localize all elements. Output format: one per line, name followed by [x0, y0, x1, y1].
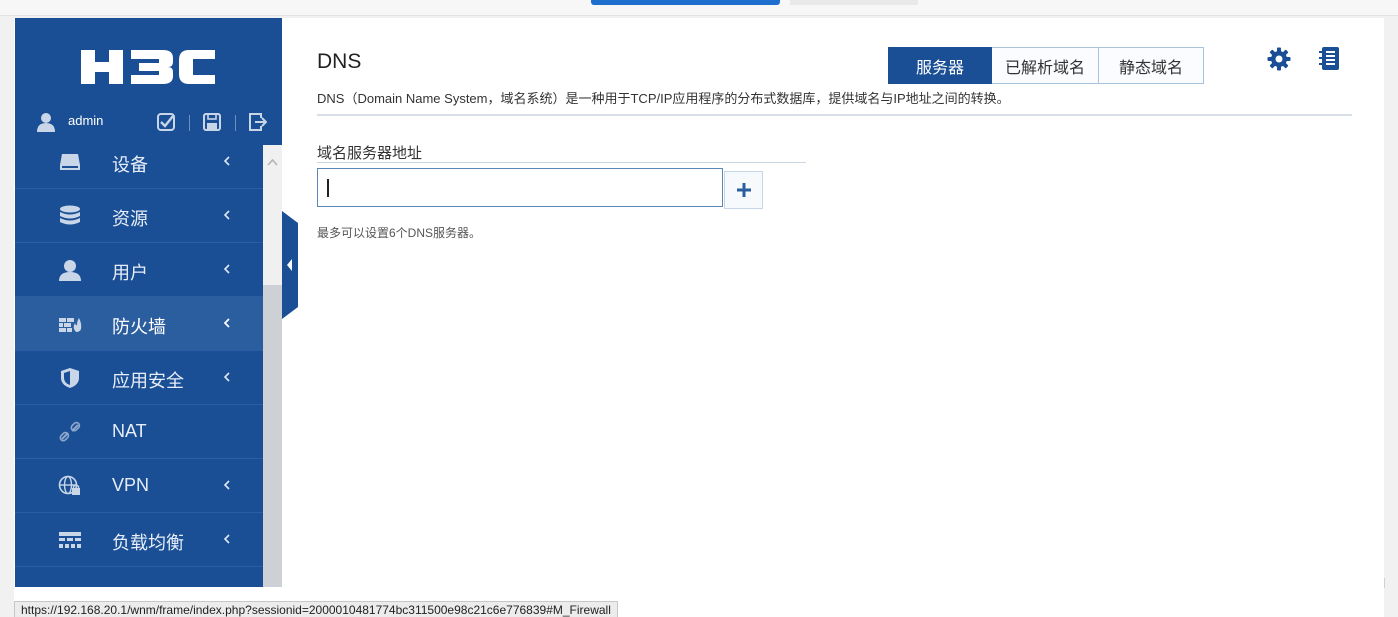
gear-icon[interactable] [1267, 47, 1291, 71]
chevron-left-icon [223, 210, 230, 220]
sidebar-item-resource[interactable]: 资源 [15, 189, 263, 243]
chevron-left-icon [223, 534, 230, 544]
user-name: admin [68, 113, 104, 128]
sidebar-header: admin [15, 18, 282, 145]
h3c-logo [15, 48, 282, 90]
plus-icon [736, 183, 751, 197]
firewall-icon [59, 318, 82, 332]
device-icon [60, 154, 80, 170]
sidebar-item-vpn[interactable]: VPN [15, 459, 263, 513]
sidebar-item-firewall[interactable]: 防火墙 [15, 297, 263, 351]
page-scrollbar[interactable] [1384, 18, 1398, 617]
field-label-underline [317, 162, 806, 163]
sidebar-item-nat[interactable]: NAT [15, 405, 263, 459]
chevron-left-icon [223, 156, 230, 166]
nav-menu: 设备 资源 用户 防火墙 应用安全 NAT VPN 负载均衡 [15, 145, 263, 587]
user-bar-separator [235, 115, 236, 131]
check-task-icon[interactable] [156, 112, 176, 132]
save-icon[interactable] [202, 112, 222, 132]
sidebar-item-app-security[interactable]: 应用安全 [15, 351, 263, 405]
sidebar-item-load-balance[interactable]: 负载均衡 [15, 513, 263, 567]
sidebar-item-label: VPN [112, 475, 150, 495]
sidebar-collapse-handle[interactable] [282, 211, 298, 319]
scroll-up-icon[interactable] [266, 157, 279, 167]
tab-static-domains[interactable]: 静态域名 [1099, 47, 1204, 84]
browser-top-strip [0, 0, 1398, 16]
sidebar-item-label: 设备 [112, 155, 148, 175]
page-title: DNS [317, 50, 362, 73]
chevron-left-icon [223, 372, 230, 382]
user-icon [59, 260, 81, 281]
chevron-left-icon [223, 480, 230, 490]
status-url: https://192.168.20.1/wnm/frame/index.php… [14, 601, 618, 617]
add-dns-server-button[interactable] [724, 171, 763, 209]
shield-icon [61, 368, 79, 388]
browser-tab[interactable] [790, 0, 918, 5]
chevron-left-icon [223, 264, 230, 274]
sidebar-item-device[interactable]: 设备 [15, 145, 263, 189]
sidebar-item-label: 应用安全 [112, 371, 184, 391]
logout-icon[interactable] [247, 112, 267, 132]
sidebar-item-user[interactable]: 用户 [15, 243, 263, 297]
scrollbar-thumb[interactable] [263, 285, 282, 587]
text-caret [327, 179, 329, 197]
h3c-logo-icon [80, 50, 215, 84]
nat-icon [59, 421, 81, 442]
user-bar-separator [189, 115, 190, 131]
main-content: DNS 服务器 已解析域名 静态域名 DNS（Domain Name Syste… [317, 18, 1357, 578]
user-bar: admin [15, 108, 282, 138]
browser-tab-active[interactable] [591, 0, 780, 5]
user-avatar-icon [37, 113, 55, 132]
chevron-left-icon [223, 318, 230, 328]
page-description: DNS（Domain Name System，域名系统）是一种用于TCP/IP应… [317, 91, 1010, 106]
sidebar: admin 设备 资源 用户 防火墙 应用安全 NAT VPN 负载均衡 [15, 18, 282, 617]
sidebar-item-label: NAT [112, 421, 147, 441]
sidebar-item-label: 用户 [112, 263, 148, 283]
sidebar-scrollbar[interactable] [263, 145, 282, 587]
tab-resolved-domains[interactable]: 已解析域名 [992, 47, 1099, 84]
scrollbar-marker [1384, 578, 1398, 588]
globe-lock-icon [58, 475, 80, 495]
max-servers-hint: 最多可以设置6个DNS服务器。 [317, 226, 482, 240]
tab-bar: 服务器 已解析域名 静态域名 [888, 47, 1204, 84]
title-divider [317, 114, 1352, 116]
load-balance-icon [59, 532, 81, 548]
sidebar-item-label: 负载均衡 [112, 533, 184, 553]
dns-server-address-input[interactable] [317, 168, 723, 207]
database-icon [60, 205, 80, 225]
sidebar-item-label: 资源 [112, 209, 148, 229]
manual-book-icon[interactable] [1317, 46, 1341, 72]
tab-servers[interactable]: 服务器 [888, 47, 992, 84]
sidebar-item-label: 防火墙 [112, 317, 166, 337]
dns-server-address-label: 域名服务器地址 [317, 145, 423, 162]
